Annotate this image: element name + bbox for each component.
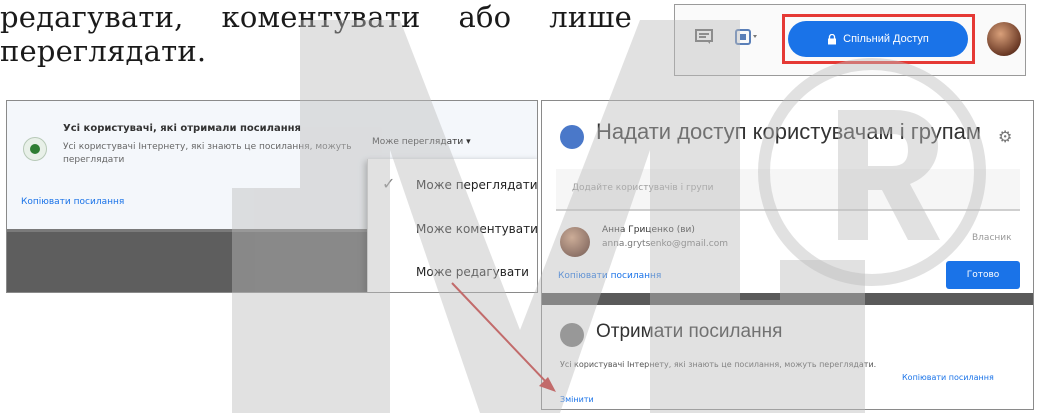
person-name: Анна Гриценко (ви) <box>602 225 695 235</box>
copy-link-button[interactable]: Копіювати посилання <box>902 373 994 382</box>
avatar[interactable] <box>987 22 1021 56</box>
change-link-button[interactable]: Змінити <box>560 395 594 404</box>
share-highlight-frame <box>782 14 975 64</box>
person-email: anna.grytsenko@gmail.com <box>602 239 728 249</box>
role-dropdown-menu: ✓ Може переглядати Може коментувати Може… <box>367 159 537 292</box>
copy-link-button[interactable]: Копіювати посилання <box>558 271 661 281</box>
intro-text: редагувати, коментувати або лише перегля… <box>0 0 640 68</box>
person-add-icon <box>560 125 584 149</box>
divider <box>7 229 367 232</box>
intro-word: коментувати <box>221 0 421 34</box>
menu-item-editor[interactable]: Може редагувати <box>416 265 529 279</box>
chevron-down-icon: ▾ <box>466 137 471 147</box>
intro-line-1: редагувати, коментувати або лише <box>0 0 632 34</box>
avatar <box>560 227 590 257</box>
menu-item-viewer[interactable]: Може переглядати <box>416 178 537 192</box>
intro-word: редагувати, <box>0 0 184 34</box>
copy-link-button[interactable]: Копіювати посилання <box>21 197 124 207</box>
role-select[interactable]: Може переглядати ▾ <box>372 137 471 147</box>
intro-word: або <box>458 0 512 34</box>
add-people-input[interactable]: Додайте користувачів і групи <box>556 169 1020 211</box>
access-level-select[interactable]: Усі користувачі, які отримали посилання <box>63 123 301 134</box>
access-description: Усі користувачі Інтернету, які знають це… <box>63 142 352 165</box>
docs-toolbar: Спільний Доступ <box>674 4 1026 76</box>
intro-line-2: переглядати. <box>0 34 207 68</box>
link-icon <box>560 323 584 347</box>
present-icon[interactable] <box>735 29 759 45</box>
owner-label: Власник <box>972 233 1012 243</box>
gear-icon[interactable]: ⚙ <box>998 127 1012 146</box>
globe-icon <box>23 137 47 161</box>
done-button[interactable]: Готово <box>946 261 1020 289</box>
menu-item-commenter[interactable]: Може коментувати <box>416 222 537 236</box>
general-access-panel: Усі користувачі, які отримали посилання … <box>6 100 538 293</box>
share-dialog: Надати доступ користувачам і групам ⚙ До… <box>541 100 1034 410</box>
check-icon: ✓ <box>382 174 396 193</box>
intro-word: лише <box>549 0 632 34</box>
comment-icon[interactable] <box>695 29 713 45</box>
dialog-title: Надати доступ користувачам і групам <box>596 119 981 144</box>
get-link-title: Отримати посилання <box>596 321 783 342</box>
role-select-label: Може переглядати <box>372 137 464 147</box>
get-link-description: Усі користувачі Інтернету, які знають це… <box>560 360 877 369</box>
divider <box>542 293 1033 305</box>
